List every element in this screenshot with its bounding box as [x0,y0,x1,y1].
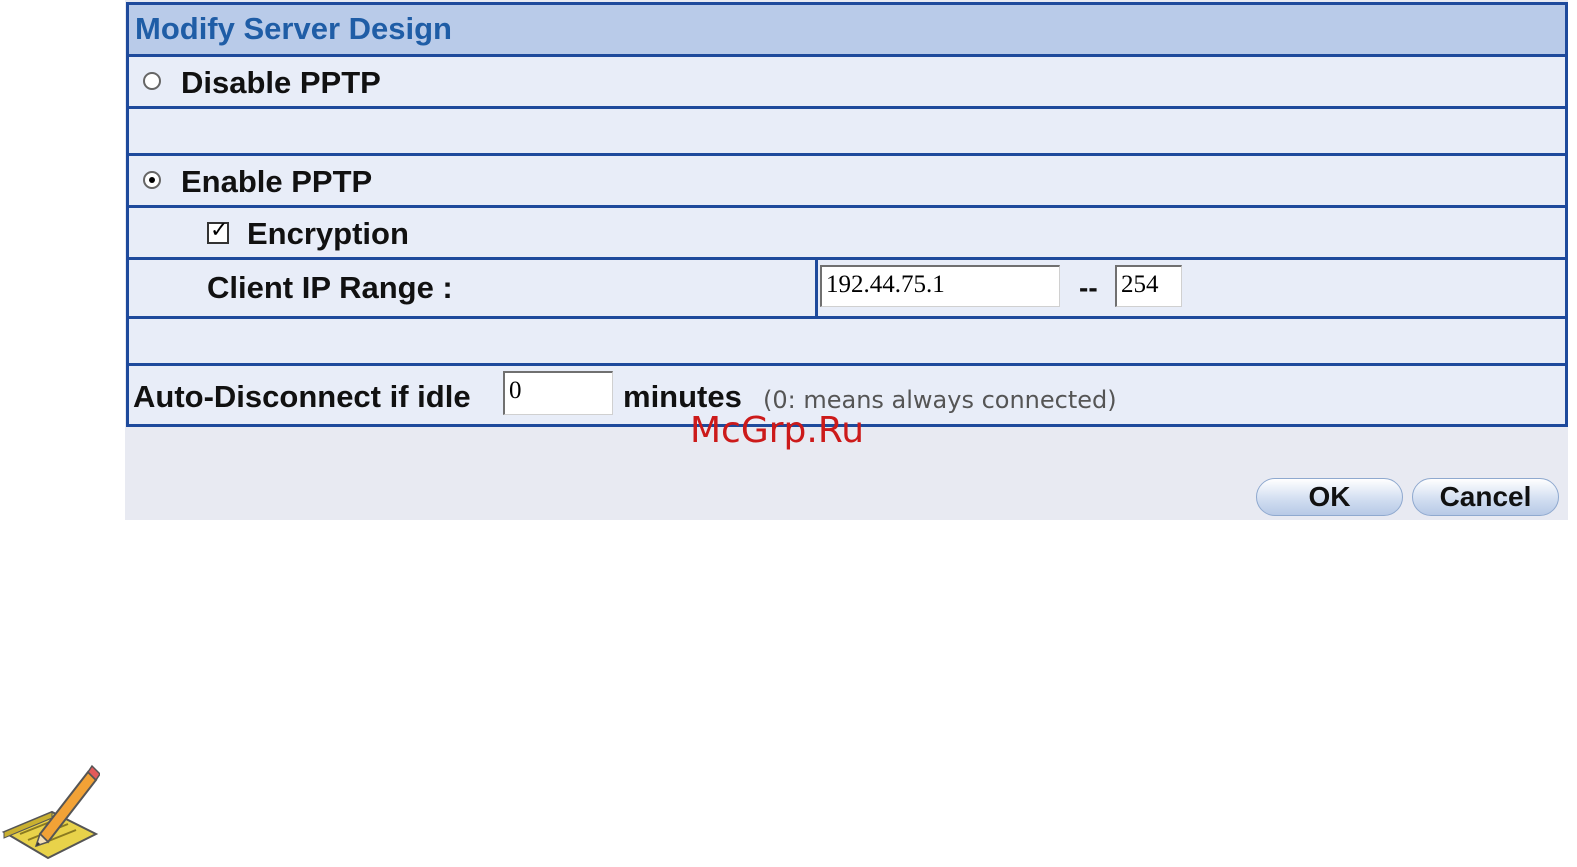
disable-pptp-label: Disable PPTP [181,65,381,100]
radio-selected-dot [149,177,155,183]
spacer-row [129,319,1565,366]
disable-pptp-radio[interactable] [143,72,161,90]
note-pencil-icon [0,762,101,867]
encryption-row: ✓ Encryption [129,208,1565,260]
idle-minutes-input[interactable]: 0 [503,371,613,415]
auto-disconnect-label: Auto-Disconnect if idle [133,379,471,414]
enable-pptp-label: Enable PPTP [181,164,373,199]
ip-range-end-input[interactable]: 254 [1115,265,1182,307]
checkmark-icon: ✓ [210,218,229,243]
ip-range-separator: -- [1079,272,1098,303]
column-divider [815,260,818,316]
cancel-button[interactable]: Cancel [1412,478,1559,516]
ok-button[interactable]: OK [1256,478,1403,516]
enable-pptp-row: Enable PPTP [129,156,1565,208]
client-ip-range-label: Client IP Range : [207,270,453,305]
spacer-row [129,109,1565,156]
modify-server-form: Modify Server Design Disable PPTP Enable… [126,2,1568,427]
ip-range-start-input[interactable]: 192.44.75.1 [820,265,1060,307]
encryption-label: Encryption [247,216,409,251]
watermark: McGrp.Ru [690,410,865,451]
form-title: Modify Server Design [135,11,452,46]
enable-pptp-radio[interactable] [143,171,161,189]
disable-pptp-row: Disable PPTP [129,57,1565,109]
encryption-checkbox[interactable]: ✓ [207,218,229,244]
client-ip-range-row: Client IP Range : 192.44.75.1 -- 254 [129,260,1565,319]
form-title-row: Modify Server Design [129,5,1565,57]
